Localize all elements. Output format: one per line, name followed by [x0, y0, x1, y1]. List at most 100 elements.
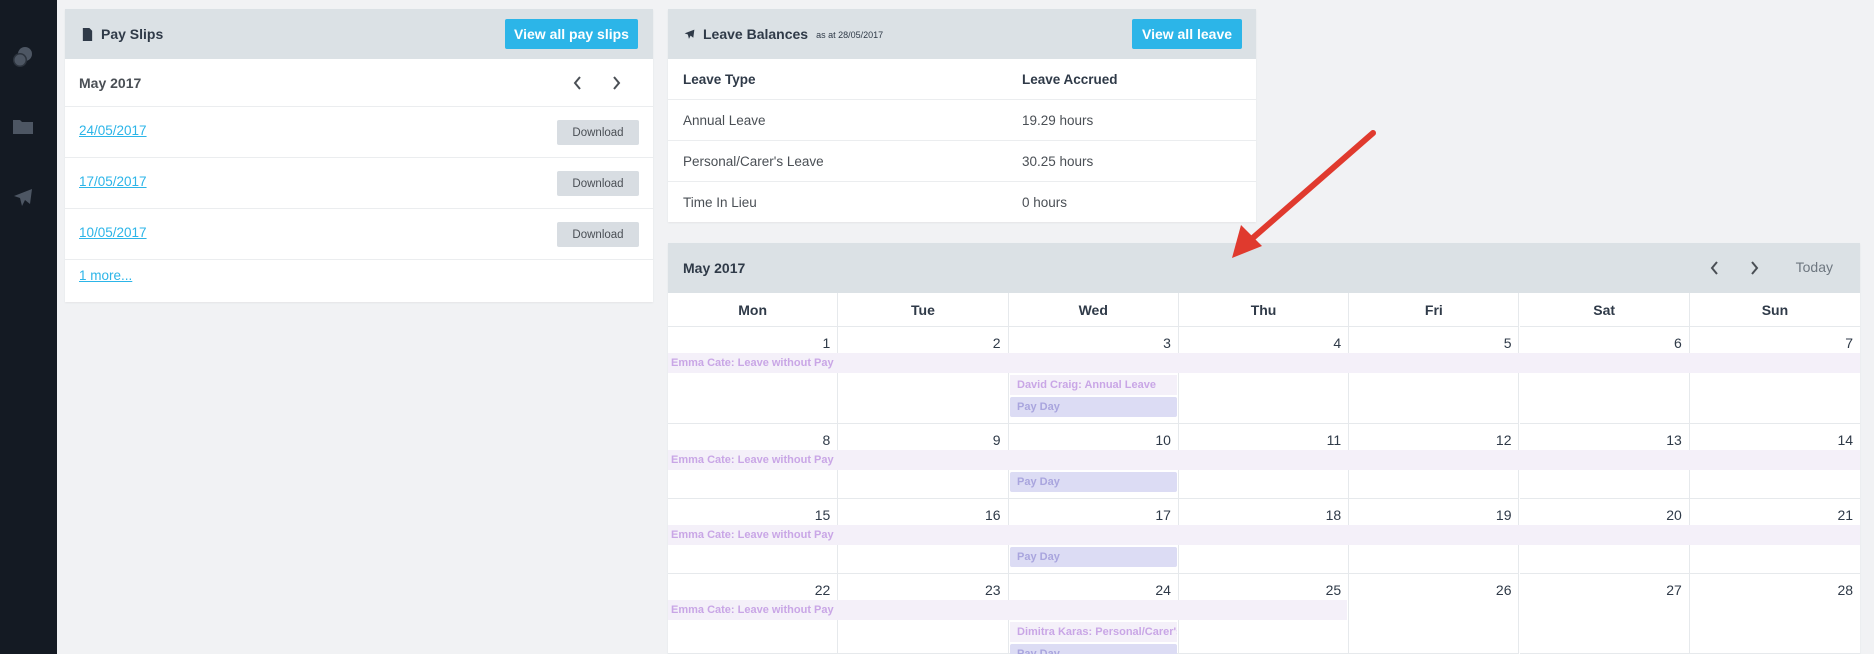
day-number: 25	[1325, 582, 1342, 598]
day-number: 28	[1837, 582, 1854, 598]
calendar-event-pay-day[interactable]: Pay Day	[1010, 644, 1177, 654]
calendar-day[interactable]: 27	[1519, 574, 1690, 654]
leave-title-text: Leave Balances	[703, 26, 809, 42]
day-number: 26	[1495, 582, 1512, 598]
day-number: 8	[822, 432, 831, 448]
calendar-event-leave-without-pay[interactable]: Emma Cate: Leave without Pay	[668, 450, 1860, 470]
day-number: 13	[1666, 432, 1682, 448]
day-number: 14	[1837, 432, 1854, 448]
calendar-day[interactable]: 28	[1689, 574, 1861, 654]
day-number: 15	[814, 507, 831, 523]
calendar-day[interactable]: 5	[1349, 327, 1520, 424]
weekday-header: Sun	[1689, 293, 1861, 327]
day-number: 27	[1666, 582, 1682, 598]
weekday-header: Tue	[838, 293, 1009, 327]
day-number: 11	[1326, 432, 1342, 448]
leave-title: Leave Balances as at 28/05/2017	[683, 26, 883, 42]
more-payslips-link[interactable]: 1 more...	[79, 268, 132, 283]
calendar-event-leave-without-pay[interactable]: Emma Cate: Leave without Pay	[668, 353, 1860, 373]
weekday-header: Thu	[1178, 293, 1350, 327]
calendar-event-annual-leave[interactable]: David Craig: Annual Leave	[1010, 375, 1177, 395]
payslips-card: Pay Slips View all pay slips May 2017 24…	[65, 9, 653, 302]
day-number: 5	[1503, 335, 1512, 351]
day-number: 6	[1674, 335, 1682, 351]
coins-icon[interactable]	[10, 44, 36, 70]
leave-row: Time In Lieu 0 hours	[668, 182, 1256, 223]
day-number: 23	[985, 582, 1001, 598]
day-number: 19	[1495, 507, 1512, 523]
payslip-row: 10/05/2017 Download	[65, 209, 653, 260]
day-number: 22	[814, 582, 831, 598]
view-all-leave-button[interactable]: View all leave	[1132, 19, 1242, 49]
payslip-row: 17/05/2017 Download	[65, 158, 653, 209]
plane-icon	[684, 29, 695, 39]
view-all-payslips-button[interactable]: View all pay slips	[505, 19, 638, 49]
payslip-date-link[interactable]: 17/05/2017	[79, 174, 147, 189]
leave-type-cell: Annual Leave	[683, 112, 766, 128]
calendar-event-pay-day[interactable]: Pay Day	[1010, 397, 1177, 417]
calendar-event-leave-without-pay[interactable]: Emma Cate: Leave without Pay	[668, 600, 1347, 620]
leave-header: Leave Balances as at 28/05/2017 View all…	[668, 9, 1256, 59]
calendar-title: May 2017	[683, 260, 746, 276]
calendar-day[interactable]: 1	[668, 327, 839, 424]
folder-icon[interactable]	[10, 114, 36, 140]
leave-row: Personal/Carer's Leave 30.25 hours	[668, 141, 1256, 182]
calendar-day[interactable]: 4	[1178, 327, 1350, 424]
leave-type-cell: Time In Lieu	[683, 195, 757, 210]
calendar-event-leave-without-pay[interactable]: Emma Cate: Leave without Pay	[668, 525, 1860, 545]
document-icon	[82, 27, 93, 41]
payslip-date-link[interactable]: 24/05/2017	[79, 123, 147, 138]
calendar-next-chevron-icon[interactable]	[1745, 259, 1763, 277]
prev-month-chevron-icon[interactable]	[569, 74, 587, 92]
payslip-date-link[interactable]: 10/05/2017	[79, 225, 147, 240]
day-number: 12	[1495, 432, 1512, 448]
today-button[interactable]: Today	[1796, 259, 1833, 275]
calendar-event-pay-day[interactable]: Pay Day	[1010, 472, 1177, 492]
calendar-event-personal-leave[interactable]: Dimitra Karas: Personal/Carer's Leave	[1010, 622, 1177, 642]
day-number: 4	[1333, 335, 1342, 351]
payslips-header: Pay Slips View all pay slips	[65, 9, 653, 59]
day-number: 1	[822, 335, 831, 351]
leave-accrued-cell: 30.25 hours	[1022, 153, 1094, 169]
calendar-event-pay-day[interactable]: Pay Day	[1010, 547, 1177, 567]
plane-icon[interactable]	[10, 185, 36, 211]
day-number: 9	[992, 432, 1001, 448]
download-button[interactable]: Download	[557, 222, 639, 247]
day-number: 3	[1163, 335, 1171, 351]
calendar-card: May 2017 Today Mon Tue Wed Thu Fri Sat S…	[668, 243, 1861, 654]
weekday-header: Sat	[1519, 293, 1690, 327]
leave-accrued-cell: 19.29 hours	[1022, 112, 1094, 128]
weekday-header: Wed	[1008, 293, 1179, 327]
day-number: 7	[1845, 335, 1854, 351]
calendar-day[interactable]: 6	[1519, 327, 1690, 424]
leave-type-column-header: Leave Type	[683, 71, 756, 87]
leave-accrued-cell: 0 hours	[1022, 195, 1068, 210]
day-number: 10	[1155, 432, 1171, 448]
leave-table-header: Leave Type Leave Accrued	[668, 59, 1256, 100]
calendar-day[interactable]: 26	[1349, 574, 1520, 654]
leave-accrued-column-header: Leave Accrued	[1022, 71, 1118, 87]
day-number: 20	[1666, 507, 1682, 523]
day-number: 24	[1155, 582, 1171, 598]
weekday-header: Mon	[668, 293, 839, 327]
payslips-title-text: Pay Slips	[101, 26, 164, 42]
calendar-prev-chevron-icon[interactable]	[1706, 259, 1724, 277]
download-button[interactable]: Download	[557, 120, 639, 145]
leave-as-at: as at 28/05/2017	[816, 30, 884, 40]
day-number: 17	[1155, 507, 1171, 523]
calendar-day[interactable]: 2	[838, 327, 1009, 424]
download-button[interactable]: Download	[557, 171, 639, 196]
payslip-row: 24/05/2017 Download	[65, 107, 653, 158]
day-number: 16	[985, 507, 1001, 523]
day-number: 18	[1325, 507, 1342, 523]
payslips-month-label: May 2017	[79, 74, 142, 91]
leave-type-cell: Personal/Carer's Leave	[683, 153, 824, 169]
day-number: 2	[992, 335, 1001, 351]
leave-row: Annual Leave 19.29 hours	[668, 100, 1256, 141]
leave-balances-card: Leave Balances as at 28/05/2017 View all…	[668, 9, 1256, 222]
sidebar	[0, 0, 57, 654]
payslips-month-row: May 2017	[65, 59, 653, 107]
next-month-chevron-icon[interactable]	[607, 74, 625, 92]
calendar-day[interactable]: 7	[1689, 327, 1861, 424]
day-number: 21	[1837, 507, 1854, 523]
